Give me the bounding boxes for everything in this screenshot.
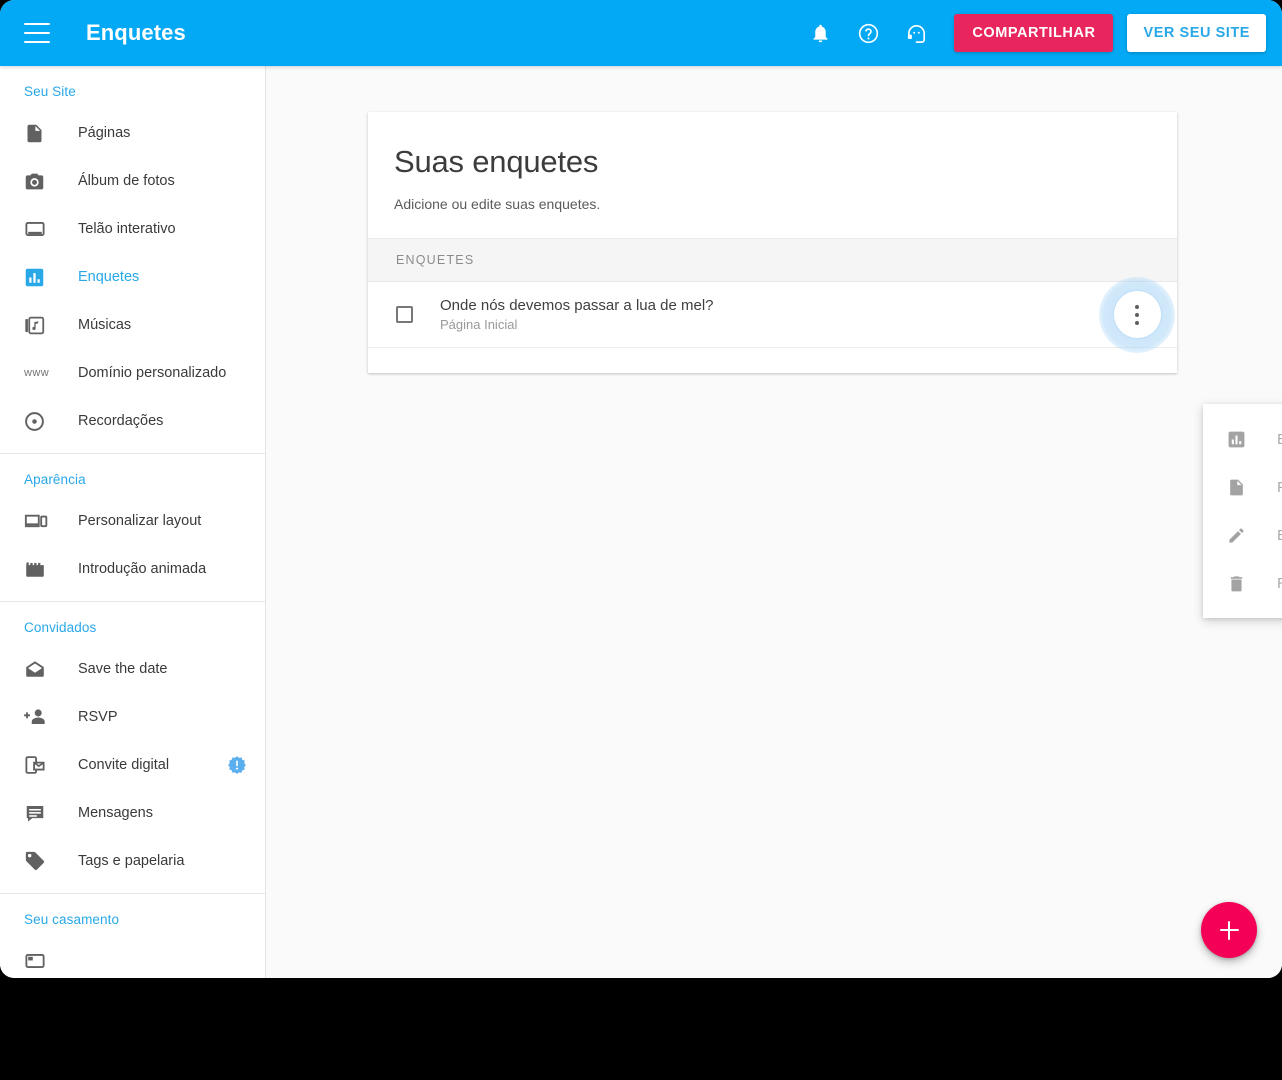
- sidebar-item-mensagens[interactable]: Mensagens: [0, 789, 265, 837]
- sidebar-item-tags-e-papelaria[interactable]: Tags e papelaria: [0, 837, 265, 885]
- card-header: Suas enquetes Adicione ou edite suas enq…: [368, 112, 1177, 238]
- film-clapper-icon: [24, 558, 50, 580]
- sidebar-item-partial[interactable]: [0, 937, 265, 978]
- envelope-open-icon: [24, 658, 50, 680]
- trash-icon: [1227, 574, 1249, 593]
- sidebar-item-label: Convite digital: [78, 757, 170, 773]
- sidebar-group-seu-casamento: Seu casamento: [0, 894, 265, 978]
- context-menu[interactable]: Estatísticas Páginas Editar Remover: [1203, 404, 1282, 618]
- app-window: Enquetes COMPARTILHAR VER SEU SITE Seu S…: [0, 0, 1282, 978]
- hamburger-icon[interactable]: [24, 23, 50, 43]
- app-bar-actions: COMPARTILHAR VER SEU SITE: [796, 9, 1282, 57]
- main-content: Suas enquetes Adicione ou edite suas enq…: [266, 66, 1282, 978]
- view-site-button[interactable]: VER SEU SITE: [1127, 14, 1266, 52]
- camera-icon: [24, 171, 50, 192]
- add-poll-fab[interactable]: [1201, 902, 1257, 958]
- sidebar-item-enquetes[interactable]: Enquetes: [0, 253, 265, 301]
- bar-chart-icon: [1227, 430, 1249, 449]
- support-headset-icon[interactable]: [892, 9, 940, 57]
- screen-icon: [24, 218, 50, 240]
- sidebar-group-label: Seu Site: [24, 84, 76, 99]
- devices-icon: [24, 510, 50, 532]
- row-text: Onde nós devemos passar a lua de mel? Pá…: [440, 297, 714, 332]
- app-bar: Enquetes COMPARTILHAR VER SEU SITE: [0, 0, 1282, 66]
- menu-item-label: Remover: [1277, 575, 1282, 592]
- chat-message-icon: [24, 802, 50, 824]
- menu-item-estatisticas[interactable]: Estatísticas: [1203, 415, 1282, 463]
- sidebar-group-seu-site: Seu Site Páginas Álbum de fotos Telão in…: [0, 66, 265, 454]
- sidebar-item-personalizar-layout[interactable]: Personalizar layout: [0, 497, 265, 545]
- page-title: Enquetes: [86, 20, 186, 45]
- document-icon: [1227, 478, 1249, 497]
- music-note-icon: [24, 315, 50, 336]
- sidebar-group-label: Convidados: [24, 620, 97, 635]
- table-row[interactable]: Onde nós devemos passar a lua de mel? Pá…: [368, 276, 1177, 353]
- sidebar-item-save-the-date[interactable]: Save the date: [0, 645, 265, 693]
- sidebar-group-convidados: Convidados Save the date RSVP Convite di…: [0, 602, 265, 894]
- menu-item-paginas[interactable]: Páginas: [1203, 463, 1282, 511]
- menu-item-label: Editar: [1277, 527, 1282, 544]
- sidebar-item-label: Enquetes: [78, 269, 140, 285]
- disc-icon: [24, 411, 50, 432]
- sidebar-item-label: Recordações: [78, 413, 164, 429]
- sidebar-item-label: Álbum de fotos: [78, 173, 175, 189]
- sidebar[interactable]: Seu Site Páginas Álbum de fotos Telão in…: [0, 66, 266, 978]
- sidebar-item-label: Páginas: [78, 125, 131, 141]
- sidebar-item-label: Domínio personalizado: [78, 365, 227, 381]
- sidebar-item-dominio-personalizado[interactable]: www Domínio personalizado: [0, 349, 265, 397]
- row-actions: [1099, 276, 1175, 353]
- menu-item-label: Estatísticas: [1277, 431, 1282, 448]
- sidebar-item-label: Personalizar layout: [78, 513, 202, 529]
- sidebar-item-label: Save the date: [78, 661, 168, 677]
- bar-chart-icon: [24, 267, 50, 288]
- row-checkbox[interactable]: [396, 306, 413, 323]
- notifications-bell-icon[interactable]: [796, 9, 844, 57]
- sidebar-item-rsvp[interactable]: RSVP: [0, 693, 265, 741]
- sidebar-item-label: Telão interativo: [78, 221, 176, 237]
- sidebar-item-convite-digital[interactable]: Convite digital: [0, 741, 265, 789]
- menu-item-remover[interactable]: Remover: [1203, 559, 1282, 607]
- sidebar-item-album-de-fotos[interactable]: Álbum de fotos: [0, 157, 265, 205]
- share-button[interactable]: COMPARTILHAR: [954, 14, 1114, 52]
- sidebar-item-label: Introdução animada: [78, 561, 207, 577]
- more-vertical-icon[interactable]: [1113, 291, 1161, 338]
- sidebar-item-label: Músicas: [78, 317, 132, 333]
- sidebar-item-telao-interativo[interactable]: Telão interativo: [0, 205, 265, 253]
- sidebar-item-introducao-animada[interactable]: Introdução animada: [0, 545, 265, 593]
- sidebar-group-label: Seu casamento: [24, 912, 120, 927]
- sidebar-item-label: Mensagens: [78, 805, 153, 821]
- alert-badge-icon: [227, 755, 247, 775]
- menu-item-label: Páginas: [1277, 479, 1282, 496]
- tag-icon: [24, 850, 50, 872]
- card-title: Suas enquetes: [394, 144, 599, 179]
- sidebar-group-label: Aparência: [24, 472, 86, 487]
- sidebar-group-aparencia: Aparência Personalizar layout Introdução…: [0, 454, 265, 602]
- list-header: ENQUETES: [368, 238, 1177, 282]
- card-subtitle: Adicione ou edite suas enquetes.: [394, 196, 601, 212]
- menu-item-editar[interactable]: Editar: [1203, 511, 1282, 559]
- sidebar-item-label: Tags e papelaria: [78, 853, 185, 869]
- sidebar-item-recordacoes[interactable]: Recordações: [0, 397, 265, 445]
- card-footer: [368, 348, 1177, 373]
- sidebar-item-label: RSVP: [78, 709, 118, 725]
- help-circle-icon[interactable]: [844, 9, 892, 57]
- sidebar-item-paginas[interactable]: Páginas: [0, 109, 265, 157]
- poll-page: Página Inicial: [440, 317, 518, 332]
- add-person-icon: [24, 706, 50, 728]
- mobile-invite-icon: [24, 754, 50, 776]
- www-icon: www: [24, 367, 50, 379]
- polls-card: Suas enquetes Adicione ou edite suas enq…: [368, 112, 1177, 373]
- sidebar-item-musicas[interactable]: Músicas: [0, 301, 265, 349]
- pencil-icon: [1227, 526, 1249, 545]
- poll-title: Onde nós devemos passar a lua de mel?: [440, 297, 714, 314]
- document-icon: [24, 123, 50, 144]
- partial-icon: [24, 950, 50, 972]
